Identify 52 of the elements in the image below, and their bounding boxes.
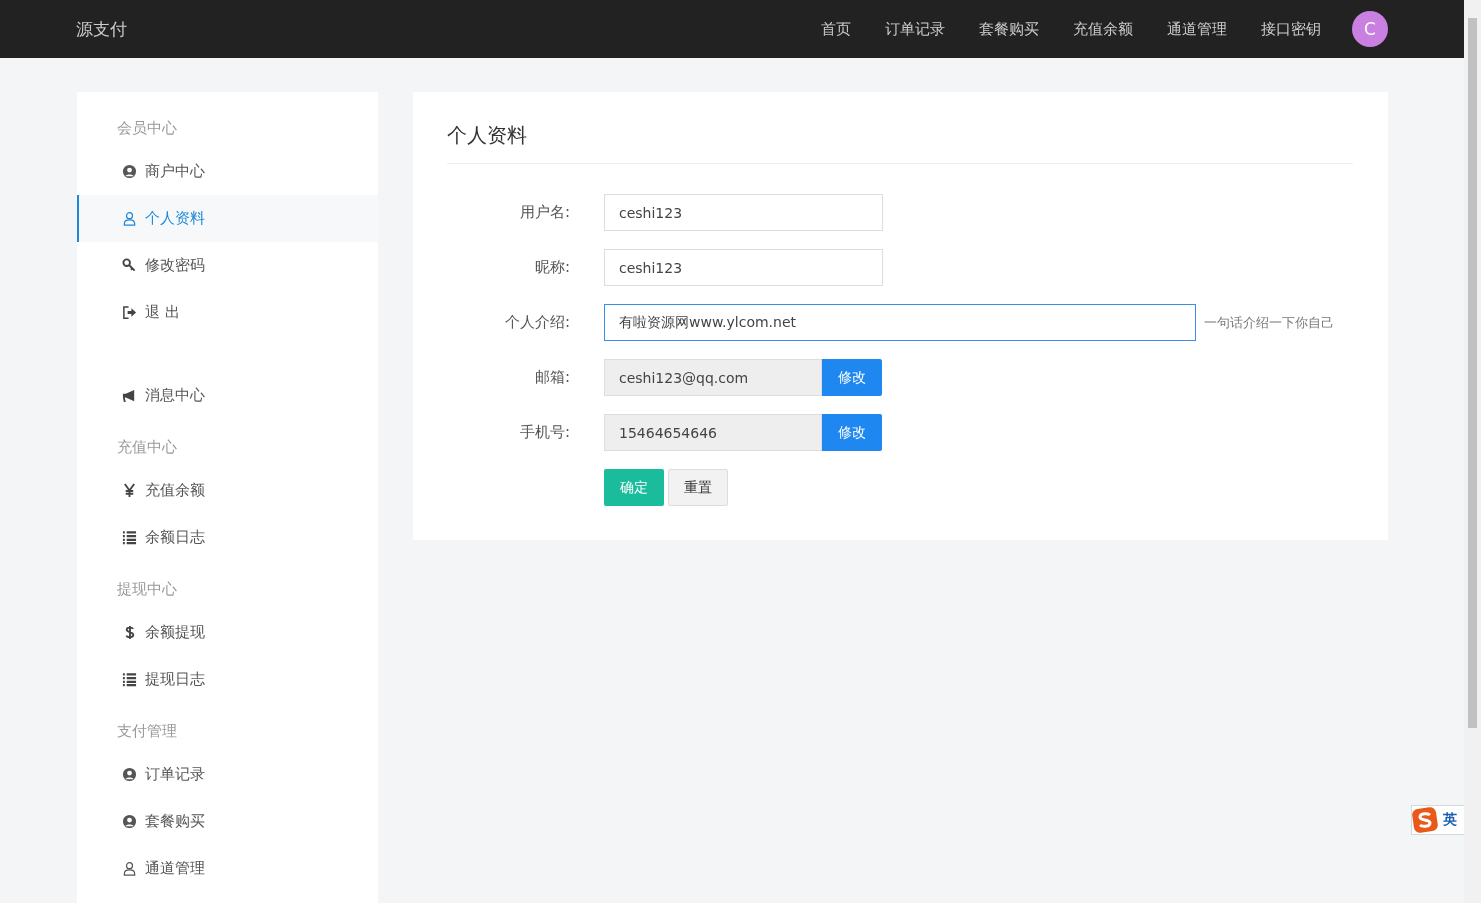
- section-title: 充值中心: [116, 437, 178, 458]
- input-field[interactable]: 15464654646: [604, 414, 822, 451]
- field-label: 个人介绍:: [503, 313, 571, 332]
- input-field[interactable]: ceshi123: [604, 249, 883, 286]
- sidebar-item[interactable]: 退 出: [77, 289, 378, 336]
- panel-title: 个人资料: [447, 122, 1353, 164]
- nav-link[interactable]: 接口密钥: [1261, 19, 1321, 39]
- scrollbar[interactable]: [1464, 0, 1481, 903]
- input-field[interactable]: ceshi123: [604, 194, 883, 231]
- section-title: 提现中心: [116, 579, 178, 600]
- field-label: 昵称:: [533, 258, 571, 277]
- sidebar-item[interactable]: 个人资料: [77, 195, 378, 242]
- sidebar-item[interactable]: 消息中心: [77, 372, 378, 419]
- sidebar-item[interactable]: 余额日志: [77, 514, 378, 561]
- brand-logo[interactable]: 源支付: [76, 17, 787, 41]
- sidebar-item[interactable]: 修改密码: [77, 242, 378, 289]
- input-field[interactable]: ceshi123@qq.com: [604, 359, 822, 396]
- sidebar-item[interactable]: 余额提现: [77, 609, 378, 656]
- field-hint: 一句话介绍一下你自己: [1204, 313, 1334, 332]
- megaphone-icon: [122, 388, 137, 403]
- sidebar-item[interactable]: 通道管理: [77, 845, 378, 892]
- sidebar-item[interactable]: 订单记录: [77, 751, 378, 798]
- field-label: 手机号:: [518, 423, 571, 442]
- section-title: 支付管理: [116, 721, 178, 742]
- list-icon: [122, 530, 137, 545]
- field-label: 邮箱:: [533, 368, 571, 387]
- user-icon: [122, 211, 137, 226]
- nav-link[interactable]: 首页: [821, 19, 851, 39]
- sign-out-icon: [122, 305, 137, 320]
- sidebar-item[interactable]: 提现日志: [77, 656, 378, 703]
- input-field[interactable]: 有啦资源网www.ylcom.net: [604, 304, 1196, 341]
- nav-link[interactable]: 订单记录: [885, 19, 945, 39]
- user-circle-icon: [122, 767, 137, 782]
- reset-button[interactable]: 重置: [668, 469, 728, 506]
- sidebar-item[interactable]: 充值余额: [77, 467, 378, 514]
- nav-link[interactable]: 套餐购买: [979, 19, 1039, 39]
- yen-icon: [122, 483, 137, 498]
- nav-link[interactable]: 充值余额: [1073, 19, 1133, 39]
- sidebar-item[interactable]: 商户中心: [77, 148, 378, 195]
- ime-toolbar[interactable]: 英: [1411, 805, 1464, 835]
- section-title: 会员中心: [116, 118, 178, 139]
- sidebar-item[interactable]: 套餐购买: [77, 798, 378, 845]
- user-icon: [122, 861, 137, 876]
- list-icon: [122, 672, 137, 687]
- edit-button[interactable]: 修改: [822, 359, 882, 396]
- ime-logo-icon: [1412, 807, 1438, 833]
- user-circle-icon: [122, 164, 137, 179]
- nav-link[interactable]: 通道管理: [1167, 19, 1227, 39]
- field-label: 用户名:: [518, 203, 571, 222]
- key-icon: [122, 258, 137, 273]
- user-circle-icon: [122, 814, 137, 829]
- edit-button[interactable]: 修改: [822, 414, 882, 451]
